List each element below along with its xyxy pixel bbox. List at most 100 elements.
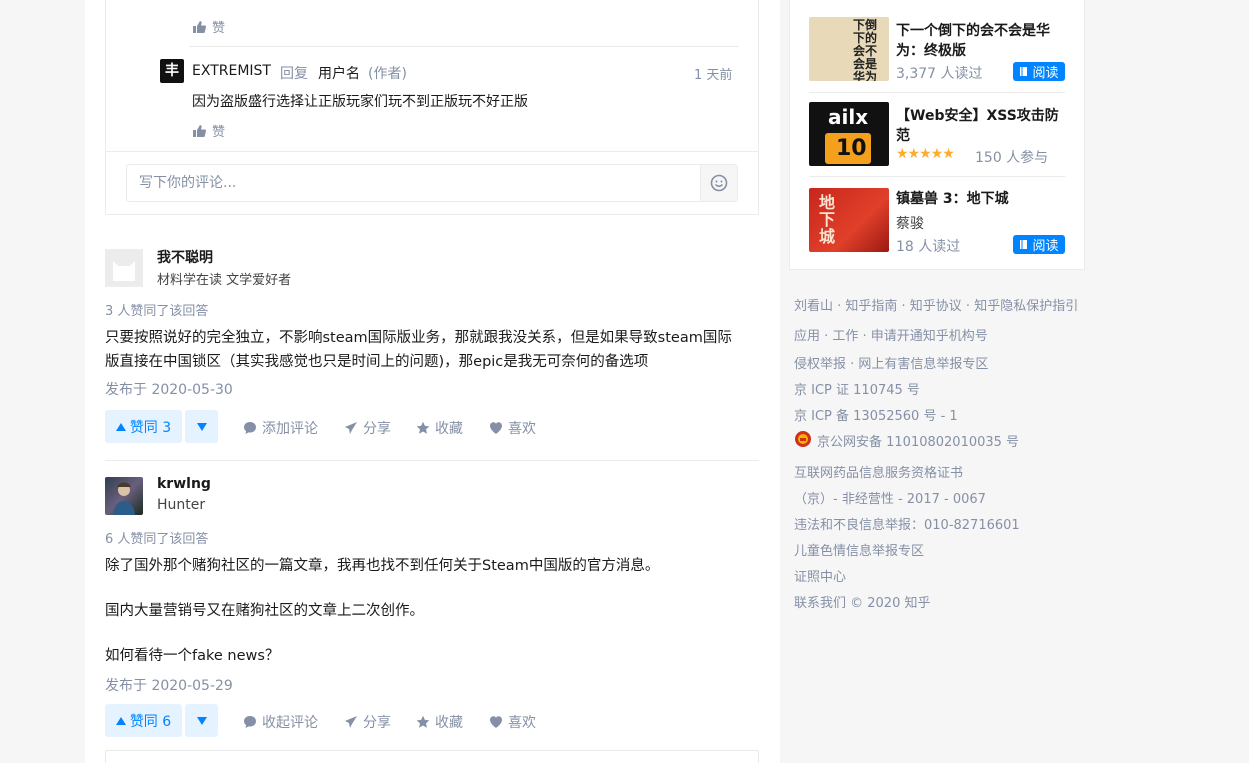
divider [189, 46, 739, 47]
cover-title: ailx [828, 105, 869, 129]
book-cover[interactable]: 地下城 [809, 188, 889, 252]
book-meta: 3,377 人读过 [896, 66, 983, 82]
collect-button[interactable]: 收藏 [416, 712, 463, 732]
publish-date[interactable]: 发布于 2020-05-30 [105, 379, 233, 399]
like-button[interactable]: 喜欢 [489, 418, 536, 438]
like-label: 喜欢 [508, 715, 536, 731]
vote-up-button[interactable]: 赞同 3 [105, 410, 182, 443]
add-comment-button[interactable]: 添加评论 [243, 418, 318, 438]
course-title[interactable]: 【Web安全】XSS攻击防 [896, 105, 1059, 125]
divider [105, 460, 759, 461]
course-meta: 150 人参与 [975, 150, 1049, 166]
footer-link[interactable]: 互联网药品信息服务资格证书 [794, 462, 963, 481]
triangle-down-icon [196, 716, 207, 725]
book-title[interactable]: 下一个倒下的会不会是华 [896, 20, 1050, 40]
answer-headline: 材料学在读 文学爱好者 [157, 273, 292, 288]
paper-plane-icon [345, 422, 357, 434]
comment-input-wrapper [126, 164, 738, 202]
footer-icp[interactable]: 京 ICP 证 110745 号 [794, 379, 920, 398]
read-button-label: 阅读 [1032, 239, 1059, 254]
paper-plane-icon [345, 716, 357, 728]
comments-panel [105, 750, 759, 763]
footer-security[interactable]: 京公网安备 11010802010035 号 [817, 431, 1019, 450]
vote-up-label: 赞同 6 [129, 713, 172, 730]
vote-down-button[interactable] [185, 704, 218, 737]
answer-author[interactable]: krwlng [157, 476, 211, 492]
vote-up-label: 赞同 3 [129, 419, 172, 436]
emoji-button[interactable] [700, 165, 737, 201]
triangle-down-icon [196, 422, 207, 431]
book-title[interactable]: 为：终极版 [896, 40, 966, 60]
vote-up-button[interactable]: 赞同 6 [105, 704, 182, 737]
heart-icon [490, 422, 502, 434]
smiley-icon [710, 174, 728, 192]
rating-stars: ★★★★★ [896, 146, 955, 162]
book-cover-text: 下倒下的会不会是华为 [853, 18, 878, 82]
extremist-avatar[interactable]: 丰 [160, 59, 184, 83]
answer-content-line: 国内大量营销号又在赌狗社区的文章上二次创作。 [105, 603, 424, 619]
reply-like-button[interactable]: 赞 [193, 121, 225, 140]
answer-content-line: 如何看待一个fake news？ [105, 648, 280, 664]
book-title[interactable]: 镇墓兽 3：地下城 [896, 188, 1009, 208]
publish-date[interactable]: 发布于 2020-05-29 [105, 675, 233, 695]
star-icon [416, 421, 430, 434]
reply-time: 1 天前 [694, 68, 733, 83]
read-button-label: 阅读 [1032, 66, 1059, 81]
share-button[interactable]: 分享 [344, 712, 391, 732]
author-tag: (作者) [368, 66, 407, 82]
collect-label: 收藏 [435, 715, 463, 731]
avatar[interactable] [105, 477, 143, 515]
reply-author[interactable]: EXTREMIST [192, 63, 271, 79]
add-comment-label: 添加评论 [262, 421, 318, 437]
collect-label: 收藏 [435, 421, 463, 437]
read-button[interactable]: 阅读 [1013, 235, 1065, 254]
answer-author[interactable]: 我不聪明 [157, 247, 213, 267]
book-author: 蔡骏 [896, 216, 924, 232]
divider [809, 92, 1065, 93]
collapse-comment-button[interactable]: 收起评论 [243, 712, 318, 732]
character-avatar-icon [113, 482, 135, 515]
footer-copyright[interactable]: 联系我们 © 2020 知乎 [794, 592, 930, 611]
collapse-comment-label: 收起评论 [262, 715, 318, 731]
reply-like-label: 赞 [212, 125, 226, 140]
avatar[interactable] [105, 249, 143, 287]
answer-content-line: 除了国外那个赌狗社区的一篇文章，我再也找不到任何关于Steam中国版的官方消息。 [105, 558, 660, 574]
comment-bubble-icon [244, 716, 256, 728]
default-avatar-icon [105, 249, 143, 287]
divider [106, 151, 758, 152]
read-button[interactable]: 阅读 [1013, 62, 1065, 81]
comment-like-label: 赞 [212, 21, 226, 36]
votes-summary: 3 人赞同了该回答 [105, 304, 209, 319]
like-button[interactable]: 喜欢 [489, 712, 536, 732]
comment-bubble-icon [244, 422, 256, 434]
star-icon [416, 715, 430, 728]
cover-number: 10 [836, 136, 867, 161]
answer-headline: Hunter [157, 497, 206, 513]
reply-text: 因为盗版盛行选择让正版玩家们玩不到正版玩不好正版 [192, 94, 528, 110]
footer-links[interactable]: 应用 · 工作 · 申请开通知乎机构号 [794, 325, 988, 344]
comment-input[interactable] [127, 165, 701, 201]
triangle-up-icon [115, 422, 126, 431]
reply-word: 回复 [280, 66, 308, 82]
like-label: 喜欢 [508, 421, 536, 437]
footer-icp-record[interactable]: 京 ICP 备 13052560 号 - 1 [794, 405, 958, 424]
thumb-up-icon [193, 20, 206, 33]
reply-target[interactable]: 用户名 [318, 63, 360, 83]
votes-summary: 6 人赞同了该回答 [105, 532, 209, 547]
share-button[interactable]: 分享 [344, 418, 391, 438]
footer-report[interactable]: 违法和不良信息举报：010-82716601 [794, 514, 1020, 533]
footer-links[interactable]: 刘看山 · 知乎指南 · 知乎协议 · 知乎隐私保护指引 [794, 295, 1078, 314]
book-cover[interactable]: 下倒下的会不会是华为 [809, 17, 889, 81]
answer-content-line: 版直接在中国锁区（其实我感觉也只是时间上的问题)，那epic是我无可奈何的备选项 [105, 354, 649, 370]
course-cover[interactable]: ailx 10 [809, 102, 889, 166]
course-title[interactable]: 范 [896, 125, 910, 145]
footer-links[interactable]: 侵权举报 · 网上有害信息举报专区 [794, 353, 988, 372]
comment-like-button[interactable]: 赞 [193, 17, 225, 36]
answer-content-line: 只要按照说好的完全独立，不影响steam国际版业务，那就跟我没关系，但是如果导致… [105, 330, 732, 346]
book-icon [1020, 240, 1028, 249]
vote-down-button[interactable] [185, 410, 218, 443]
collect-button[interactable]: 收藏 [416, 418, 463, 438]
thumb-up-icon [193, 124, 206, 137]
footer-link[interactable]: 证照中心 [794, 566, 846, 585]
footer-link[interactable]: 儿童色情信息举报专区 [794, 540, 924, 559]
